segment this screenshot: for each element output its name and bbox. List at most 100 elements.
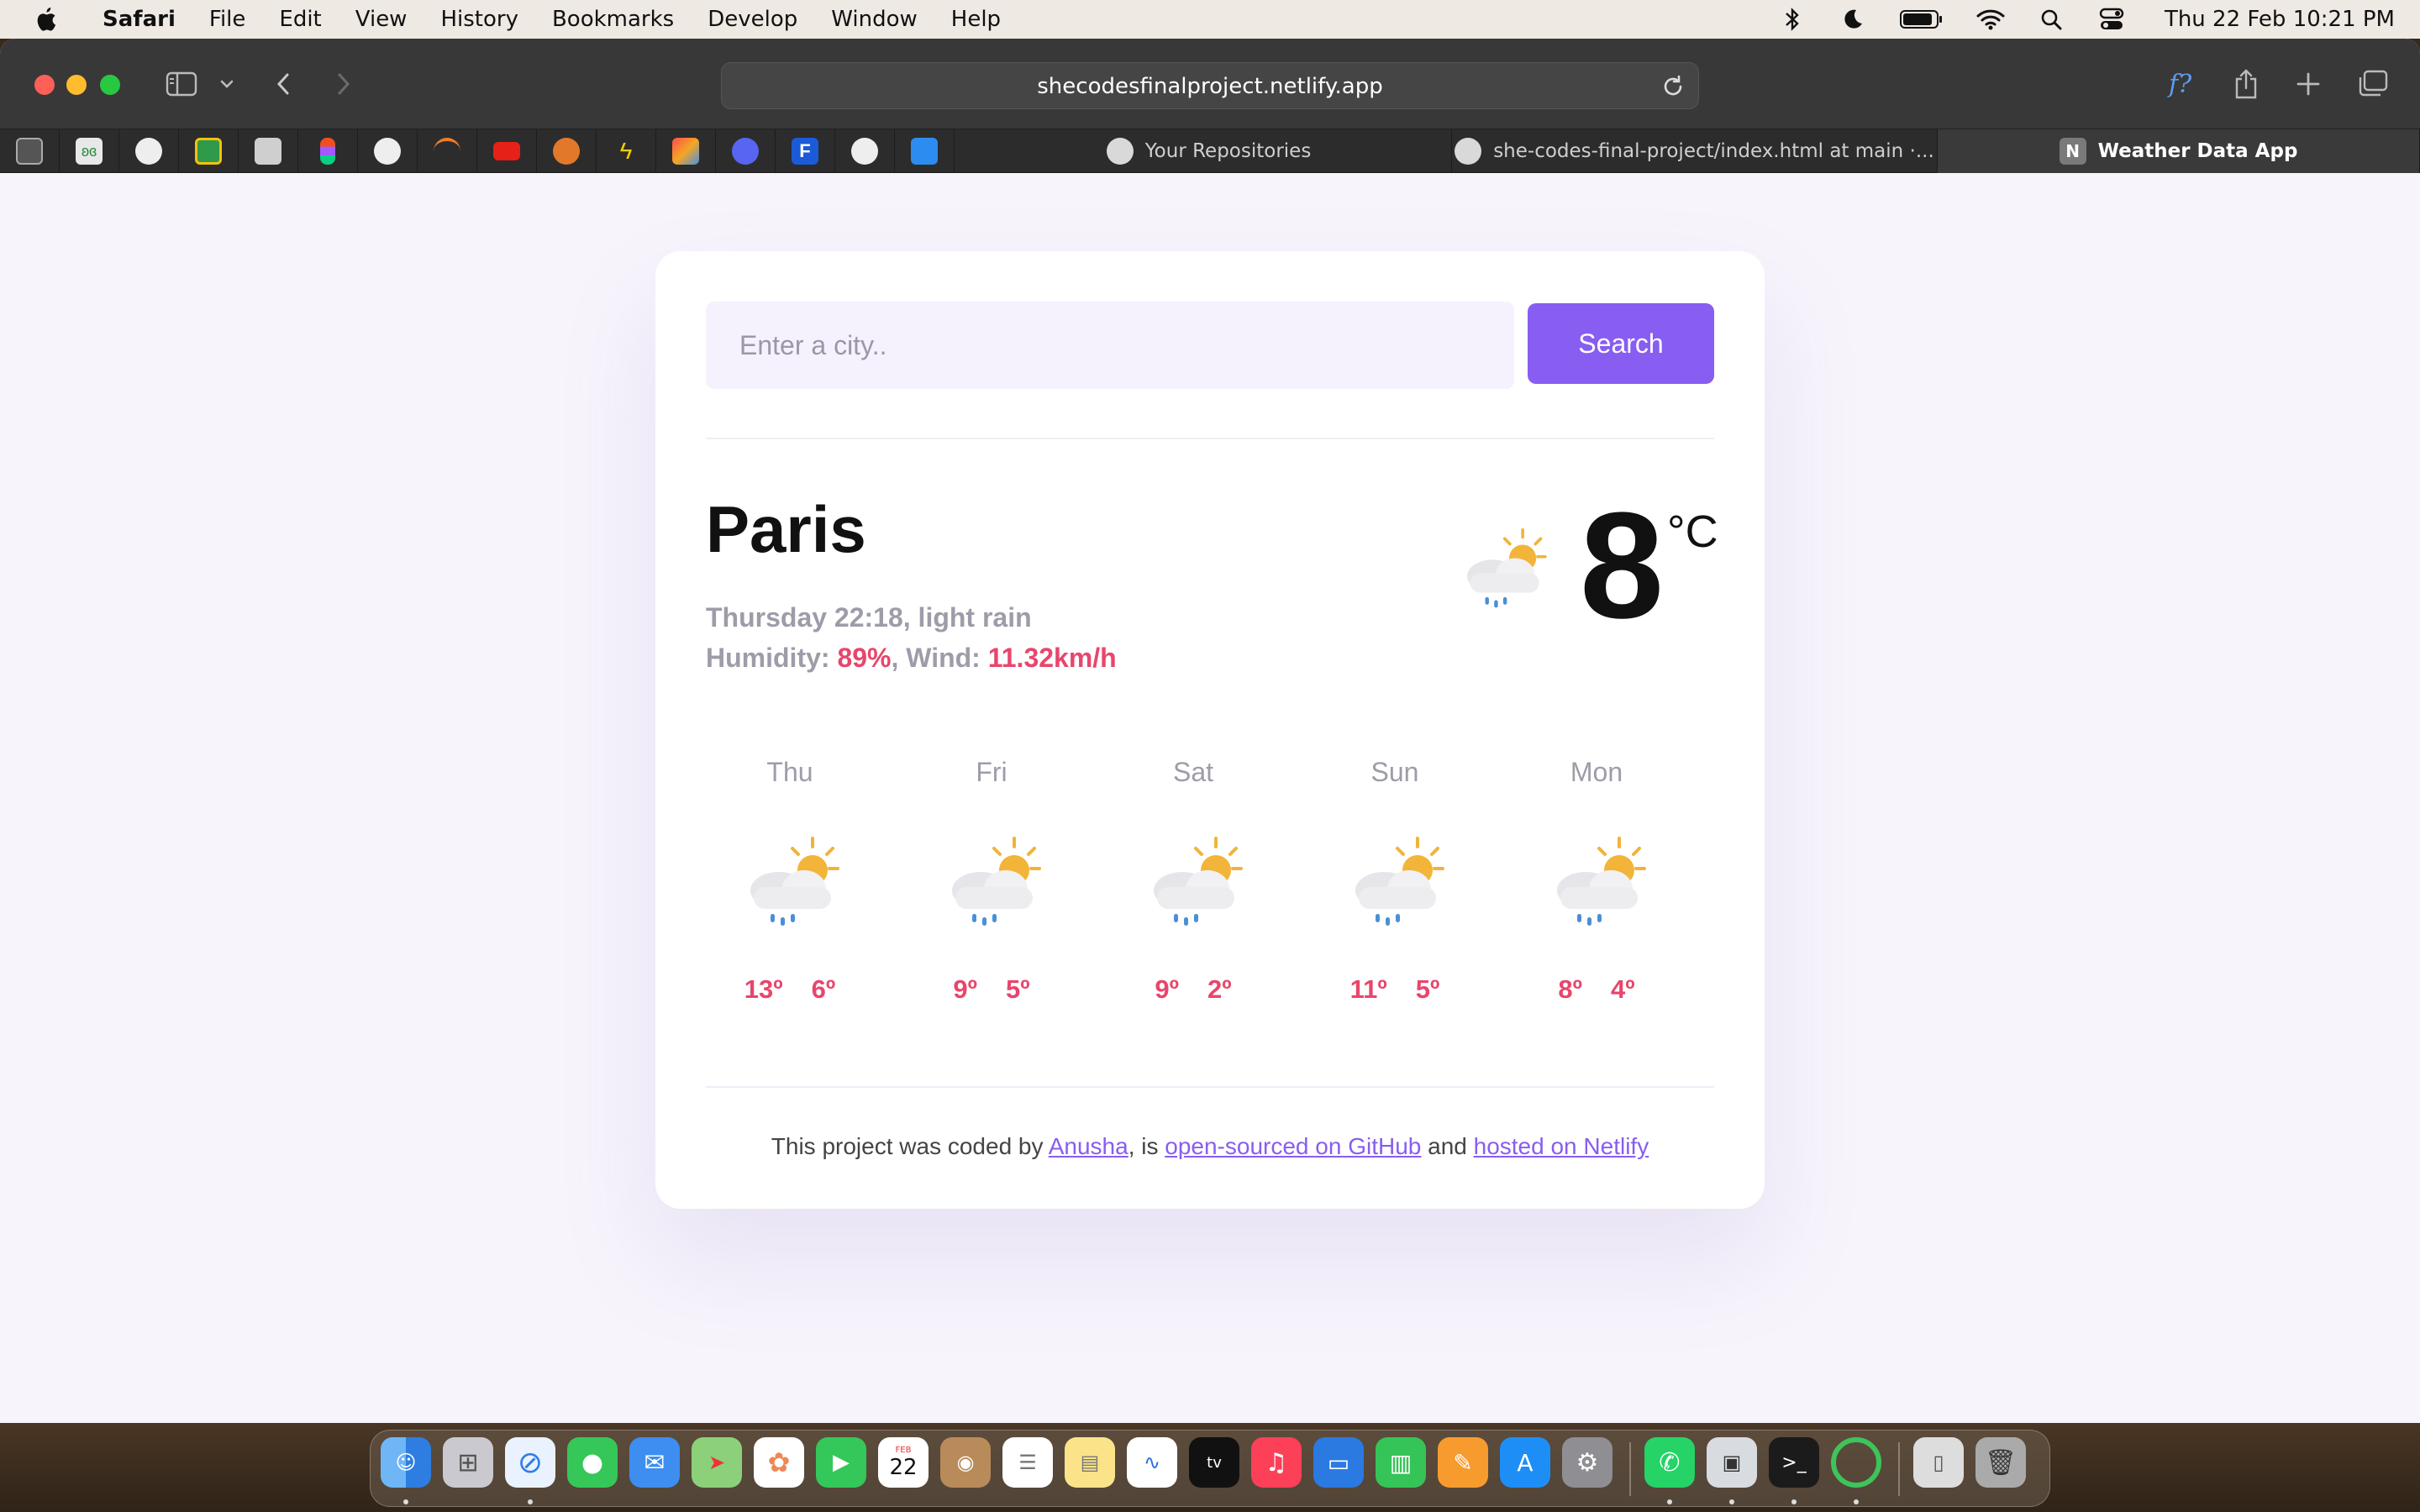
freeform-icon[interactable]: ∿: [1127, 1437, 1177, 1488]
photos-icon[interactable]: ✿: [754, 1437, 804, 1488]
classroom-icon: [195, 138, 222, 165]
code-bracket-icon: [911, 138, 938, 165]
pinned-tab-github-2[interactable]: [358, 129, 418, 173]
preview-icon[interactable]: ▣: [1707, 1437, 1757, 1488]
launchpad-icon[interactable]: ⊞: [443, 1437, 493, 1488]
menu-view[interactable]: View: [355, 7, 408, 32]
wind-label: , Wind:: [891, 643, 988, 673]
control-center-icon[interactable]: [2097, 7, 2126, 32]
divider: [706, 1086, 1714, 1088]
pages-icon[interactable]: ✎: [1438, 1437, 1488, 1488]
menu-bookmarks[interactable]: Bookmarks: [552, 7, 674, 32]
downloads-stack-icon[interactable]: ▯: [1913, 1437, 1964, 1488]
maps-icon[interactable]: ➤: [692, 1437, 742, 1488]
reminders-icon[interactable]: ☰: [1002, 1437, 1053, 1488]
running-indicator: [1791, 1499, 1797, 1504]
menu-bar-clock[interactable]: Thu 22 Feb 10:21 PM: [2165, 7, 2395, 32]
tab-your-repositories[interactable]: Your Repositories: [966, 129, 1452, 173]
close-window-button[interactable]: [34, 75, 55, 95]
pinned-tab-notes[interactable]: [239, 129, 298, 173]
calendar-icon[interactable]: FEB 22: [878, 1437, 929, 1488]
pinned-tab-figma[interactable]: [298, 129, 358, 173]
whatsapp-icon[interactable]: ✆: [1644, 1437, 1695, 1488]
pinned-tab-bolt[interactable]: ϟ: [597, 129, 656, 173]
music-icon[interactable]: ♫: [1251, 1437, 1302, 1488]
trash-icon[interactable]: 🗑: [1975, 1437, 2026, 1488]
focus-moon-icon[interactable]: [1839, 7, 1867, 32]
pinned-tab-ruler[interactable]: [656, 129, 716, 173]
pinned-tab-youtube[interactable]: [477, 129, 537, 173]
finder-icon[interactable]: ☺: [381, 1437, 431, 1488]
spotlight-search-icon[interactable]: [2037, 7, 2065, 32]
apple-menu-icon[interactable]: [32, 5, 59, 34]
extension-function-icon[interactable]: f?: [2166, 67, 2203, 101]
forecast-low: 4º: [1611, 974, 1635, 1004]
terminal-icon[interactable]: >_: [1769, 1437, 1819, 1488]
search-button[interactable]: Search: [1528, 303, 1714, 384]
tab-weather-data-app[interactable]: N Weather Data App: [1938, 129, 2420, 173]
pinned-tab-discord[interactable]: [716, 129, 776, 173]
tab-overview-icon[interactable]: [2356, 67, 2390, 101]
url-text[interactable]: shecodesfinalproject.netlify.app: [722, 63, 1698, 110]
menu-file[interactable]: File: [209, 7, 246, 32]
pinned-tab-f-app[interactable]: F: [776, 129, 835, 173]
rain-cloud-sun-icon: [952, 837, 1041, 926]
reload-icon[interactable]: [1660, 73, 1686, 100]
tab-group-chevron-down-icon[interactable]: [217, 67, 237, 101]
pinned-tab-arc[interactable]: [418, 129, 477, 173]
pinned-tab-classroom[interactable]: [179, 129, 239, 173]
minimize-window-button[interactable]: [66, 75, 87, 95]
battery-icon[interactable]: [1899, 7, 1944, 32]
author-link[interactable]: Anusha: [1049, 1133, 1128, 1159]
apple-tv-icon[interactable]: tv: [1189, 1437, 1239, 1488]
contacts-icon[interactable]: ◉: [940, 1437, 991, 1488]
forecast-temps: 9º 2º: [1109, 974, 1277, 1005]
forecast-temps: 8º 4º: [1512, 974, 1681, 1005]
mail-icon[interactable]: ✉: [629, 1437, 680, 1488]
menu-help[interactable]: Help: [951, 7, 1001, 32]
keynote-icon[interactable]: ▭: [1313, 1437, 1364, 1488]
pinned-tab-1[interactable]: [0, 129, 60, 173]
forecast-day-name: Fri: [976, 757, 1007, 787]
messages-icon[interactable]: ●: [567, 1437, 618, 1488]
rain-cloud-sun-icon: [1355, 837, 1444, 926]
wind-value: 11.32km/h: [987, 643, 1117, 673]
numbers-icon[interactable]: ▥: [1376, 1437, 1426, 1488]
back-button[interactable]: [271, 67, 296, 101]
forecast-day-name: Sun: [1370, 757, 1419, 787]
activity-monitor-icon[interactable]: [1831, 1437, 1881, 1488]
new-tab-plus-icon[interactable]: [2294, 67, 2323, 101]
tab-github-index-html[interactable]: she-codes-final-project/index.html at ma…: [1452, 129, 1938, 173]
facetime-icon[interactable]: ▶: [816, 1437, 866, 1488]
wifi-icon[interactable]: [1976, 7, 2005, 32]
pinned-tab-github-3[interactable]: [835, 129, 895, 173]
bluetooth-icon[interactable]: [1778, 7, 1807, 32]
city-search-input[interactable]: [706, 302, 1514, 389]
menu-edit[interactable]: Edit: [279, 7, 321, 32]
humidity-value: 89%: [837, 643, 892, 673]
fullscreen-window-button[interactable]: [100, 75, 120, 95]
sidebar-toggle-icon[interactable]: [165, 67, 198, 101]
forecast-temps: 11º 5º: [1311, 974, 1479, 1005]
rain-cloud-sun-icon: [750, 837, 839, 926]
pinned-tab-beehive[interactable]: [537, 129, 597, 173]
notes-icon[interactable]: ▤: [1065, 1437, 1115, 1488]
forward-button[interactable]: [331, 67, 356, 101]
address-bar[interactable]: shecodesfinalproject.netlify.app: [721, 62, 1699, 109]
app-store-icon[interactable]: A: [1500, 1437, 1550, 1488]
share-icon[interactable]: [2232, 67, 2260, 101]
menu-window[interactable]: Window: [831, 7, 918, 32]
pinned-tab-github-1[interactable]: [119, 129, 179, 173]
pinned-tab-2[interactable]: ʚɞ: [60, 129, 119, 173]
menu-develop[interactable]: Develop: [708, 7, 797, 32]
web-page: Search Paris Thursday 22:18, light rain …: [0, 174, 2420, 1423]
github-source-link[interactable]: open-sourced on GitHub: [1165, 1133, 1421, 1159]
menu-history[interactable]: History: [440, 7, 518, 32]
system-settings-icon[interactable]: ⚙: [1562, 1437, 1612, 1488]
forecast-high: 9º: [953, 974, 977, 1004]
discord-icon: [732, 138, 759, 165]
pinned-tab-swift[interactable]: [895, 129, 955, 173]
safari-icon[interactable]: ⊘: [505, 1437, 555, 1488]
netlify-host-link[interactable]: hosted on Netlify: [1474, 1133, 1649, 1159]
menu-app-safari[interactable]: Safari: [103, 7, 176, 32]
